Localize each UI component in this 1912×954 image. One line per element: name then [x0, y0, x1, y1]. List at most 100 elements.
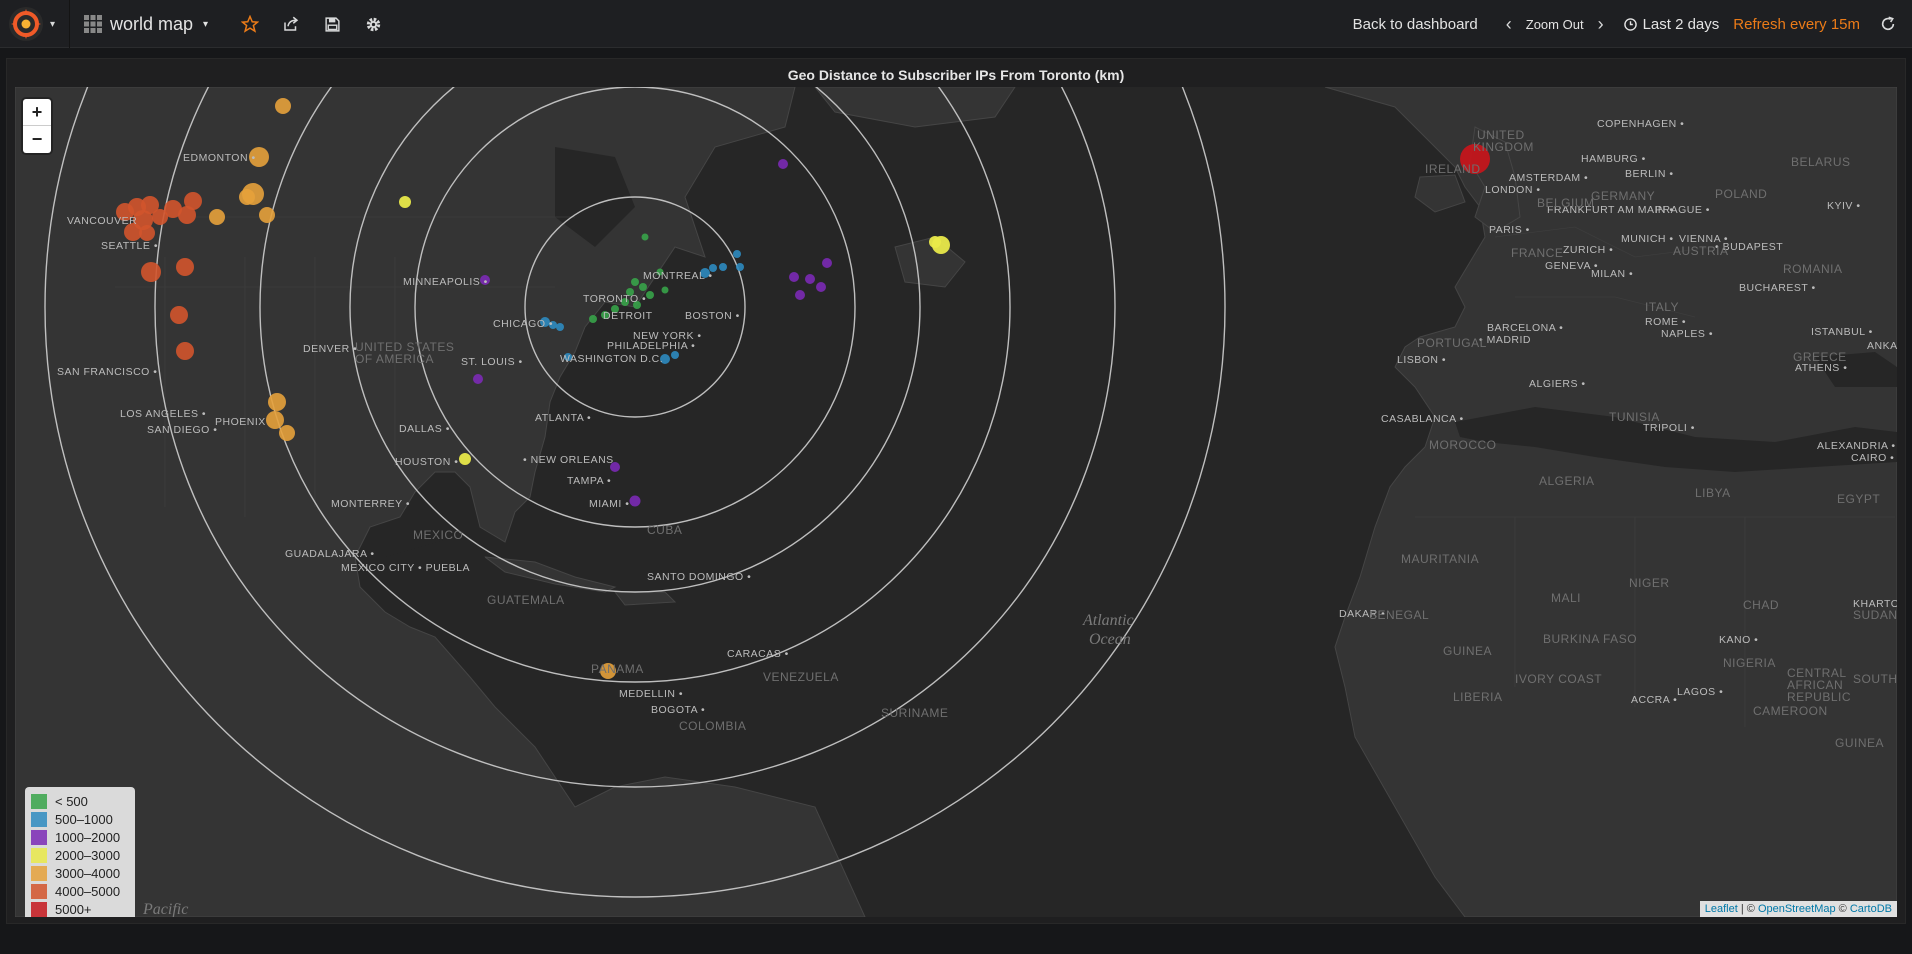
- city-label: ANKA: [1867, 340, 1897, 352]
- region-label: BELARUS: [1791, 155, 1851, 169]
- city-label: ZURICH •: [1563, 244, 1613, 256]
- marker-1000-2000: [822, 258, 832, 268]
- marker-1000-2000: [629, 495, 641, 507]
- worldmap-panel: Geo Distance to Subscriber IPs From Toro…: [6, 58, 1906, 924]
- region-label: VENEZUELA: [763, 670, 839, 684]
- marker-4000-5000: [141, 262, 161, 282]
- region-label: NIGERIA: [1723, 656, 1776, 670]
- legend-swatch: [31, 883, 47, 899]
- city-label: HAMBURG •: [1581, 153, 1646, 165]
- region-label: GUINEA: [1835, 736, 1884, 750]
- time-range-label: Last 2 days: [1642, 15, 1720, 33]
- refresh-button[interactable]: [1874, 0, 1912, 48]
- city-label: LOS ANGELES •: [120, 408, 206, 420]
- legend-swatch: [31, 829, 47, 845]
- marker-3000-4000: [239, 189, 255, 205]
- region-label: SUDAN: [1853, 608, 1897, 622]
- settings-button[interactable]: [363, 14, 383, 34]
- marker-500-1000: [556, 323, 564, 331]
- marker-2000-3000: [459, 453, 471, 465]
- legend-item: < 500: [31, 792, 129, 810]
- city-label: PHILADELPHIA •: [607, 340, 695, 352]
- city-label: ACCRA •: [1631, 694, 1677, 706]
- greenland-landmass: [814, 87, 1016, 128]
- legend-item: 5000+: [31, 900, 129, 917]
- marker-2000-3000: [929, 236, 941, 248]
- city-label: • NEW ORLEANS: [523, 454, 614, 466]
- city-label: AMSTERDAM •: [1509, 172, 1588, 184]
- dashboard-title: world map: [110, 13, 194, 34]
- back-to-dashboard-button[interactable]: Back to dashboard: [1339, 0, 1492, 48]
- openstreetmap-link[interactable]: OpenStreetMap: [1758, 903, 1836, 915]
- panel-title[interactable]: Geo Distance to Subscriber IPs From Toro…: [7, 67, 1905, 83]
- grafana-menu-button[interactable]: ▾: [0, 0, 70, 48]
- city-label: PARIS •: [1489, 224, 1530, 236]
- city-label: SAN DIEGO •: [147, 424, 217, 436]
- marker-under-500: [589, 315, 597, 323]
- region-label: MALI: [1551, 591, 1581, 605]
- city-label: VANCOUVER: [67, 215, 137, 227]
- zoom-out-map-button[interactable]: −: [23, 126, 51, 153]
- region-label: KINGDOM: [1473, 140, 1534, 154]
- region-label: CUBA: [647, 523, 682, 537]
- marker-500-1000: [719, 263, 727, 271]
- legend-item: 3000–4000: [31, 864, 129, 882]
- region-label: POLAND: [1715, 187, 1767, 201]
- legend-item: 2000–3000: [31, 846, 129, 864]
- city-label: TORONTO •: [583, 293, 646, 305]
- marker-1000-2000: [778, 159, 788, 169]
- time-range-picker[interactable]: Last 2 days: [1618, 0, 1728, 48]
- city-label: DETROIT: [603, 310, 653, 322]
- marker-2000-3000: [399, 196, 411, 208]
- city-label: HOUSTON •: [395, 456, 458, 468]
- clock-icon: [1623, 17, 1637, 31]
- zoom-in-button[interactable]: +: [23, 99, 51, 126]
- dashboard-picker[interactable]: world map ▾: [84, 0, 208, 48]
- legend-label: 5000+: [55, 901, 92, 917]
- hispaniola-landmass: [613, 591, 677, 606]
- marker-1000-2000: [816, 282, 826, 292]
- region-label: REPUBLIC: [1787, 690, 1851, 704]
- save-dashboard-button[interactable]: [322, 14, 342, 34]
- world-map[interactable]: EDMONTON • VANCOUVER SEATTLE • MINNEAPOL…: [15, 87, 1897, 917]
- region-label: OF AMERICA: [355, 352, 434, 366]
- city-label: LAGOS •: [1677, 686, 1723, 698]
- ocean-label: Atlantic: [1082, 612, 1134, 629]
- region-label: AUSTRIA: [1673, 244, 1729, 258]
- legend-swatch: [31, 901, 47, 917]
- city-label: ST. LOUIS •: [461, 356, 523, 368]
- map-attribution: Leaflet | © OpenStreetMap © CartoDB: [1699, 901, 1897, 917]
- zoom-out-button[interactable]: Zoom Out: [1526, 17, 1584, 32]
- marker-1000-2000: [473, 374, 483, 384]
- city-label: BUCHAREST •: [1739, 282, 1816, 294]
- star-dashboard-button[interactable]: [240, 14, 260, 34]
- chevron-down-icon: ▾: [50, 18, 56, 30]
- city-label: BERLIN •: [1625, 168, 1674, 180]
- ireland-landmass: [1414, 174, 1466, 213]
- region-label: IRELAND: [1425, 162, 1481, 176]
- chevron-left-icon[interactable]: ‹: [1506, 14, 1512, 35]
- gear-icon: [366, 17, 380, 31]
- leaflet-link[interactable]: Leaflet: [1705, 903, 1738, 915]
- share-dashboard-button[interactable]: [281, 14, 301, 34]
- chevron-down-icon: ▾: [203, 18, 209, 30]
- city-label: NAPLES •: [1661, 328, 1713, 340]
- chevron-right-icon[interactable]: ›: [1598, 14, 1604, 35]
- marker-under-500: [639, 283, 647, 291]
- city-label: COPENHAGEN •: [1597, 118, 1684, 130]
- region-label: IVORY COAST: [1515, 672, 1602, 686]
- cartodb-link[interactable]: CartoDB: [1850, 903, 1892, 915]
- region-label: COLOMBIA: [679, 719, 746, 733]
- marker-under-500: [646, 291, 654, 299]
- region-label: LIBYA: [1695, 486, 1731, 500]
- refresh-interval-label[interactable]: Refresh every 15m: [1727, 0, 1874, 48]
- city-label: LISBON •: [1397, 354, 1446, 366]
- marker-1000-2000: [789, 272, 799, 282]
- region-label: EGYPT: [1837, 492, 1880, 506]
- marker-3000-4000: [268, 393, 286, 411]
- city-label: KANO •: [1719, 634, 1758, 646]
- marker-under-500: [661, 286, 669, 294]
- marker-3000-4000: [266, 411, 284, 429]
- city-label: SEATTLE •: [101, 240, 158, 252]
- city-label: EDMONTON •: [183, 152, 256, 164]
